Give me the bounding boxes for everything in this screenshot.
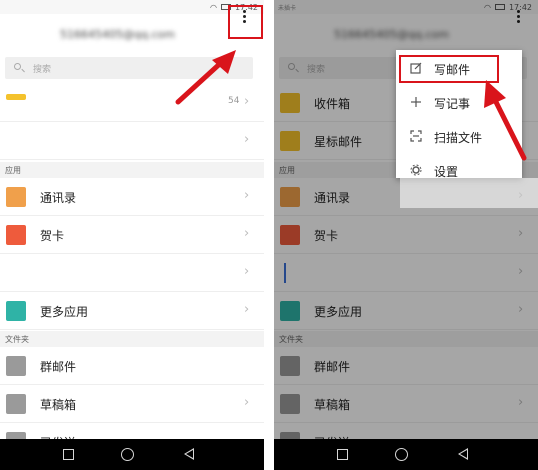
back-icon[interactable] (458, 448, 468, 460)
screenshot-before: ◠ 17:42 516645405@qq.com 搜索 54 › › 应用 通讯… (0, 0, 264, 470)
home-icon[interactable] (121, 448, 134, 461)
panel-gap (264, 0, 274, 470)
home-icon[interactable] (395, 448, 408, 461)
back-icon[interactable] (184, 448, 194, 460)
annotation-arrow (484, 80, 527, 161)
system-nav-bar (0, 439, 264, 470)
screenshot-after: 未插卡 ◠ 17:42 516645405@qq.com 搜索 收件箱 星标邮件… (274, 0, 538, 470)
recent-apps-icon[interactable] (63, 449, 74, 460)
recent-apps-icon[interactable] (337, 449, 348, 460)
system-nav-bar (274, 439, 538, 470)
annotation-arrow (175, 50, 236, 105)
tutorial-composite: ◠ 17:42 516645405@qq.com 搜索 54 › › 应用 通讯… (0, 0, 538, 470)
